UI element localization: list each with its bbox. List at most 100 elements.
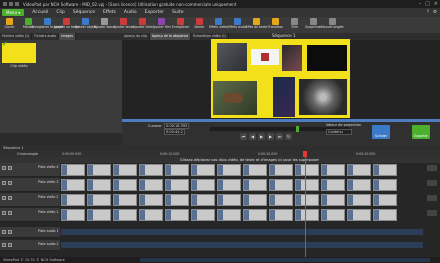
timeline-clip[interactable] xyxy=(191,209,215,221)
timeline-clip[interactable] xyxy=(373,164,397,176)
timeline-clip[interactable] xyxy=(139,164,163,176)
track-visibility-checkbox[interactable] xyxy=(2,166,6,170)
timeline-clip[interactable] xyxy=(165,164,189,176)
toolbar-button-17[interactable]: Nouvel onglet xyxy=(321,17,344,33)
go-to-end-button[interactable]: ⏭ xyxy=(276,133,283,140)
timeline-clip[interactable] xyxy=(269,164,293,176)
timeline-clip[interactable] xyxy=(113,209,137,221)
timeline-clip[interactable] xyxy=(217,194,241,206)
timeline-clip[interactable] xyxy=(243,194,267,206)
timeline-clip[interactable] xyxy=(347,209,371,221)
track-visibility-checkbox[interactable] xyxy=(2,181,6,185)
track-lock-checkbox[interactable] xyxy=(8,211,12,215)
toolbar-button-6[interactable]: Ajouter texte xyxy=(113,17,134,33)
go-to-start-button[interactable]: ⏮ xyxy=(240,133,247,140)
track-lock-checkbox[interactable] xyxy=(8,196,12,200)
main-menu-button[interactable]: Menu ▾ xyxy=(2,9,25,16)
track-options-icon[interactable] xyxy=(427,195,437,201)
loop-button[interactable]: ↻ xyxy=(285,133,292,140)
preview-canvas[interactable] xyxy=(211,39,350,118)
toolbar-button-7[interactable]: Ajouter titre xyxy=(133,17,152,33)
toolbar-button-12[interactable]: Effets audio xyxy=(228,17,247,33)
timeline-clip[interactable] xyxy=(373,179,397,191)
timeline-clip[interactable] xyxy=(87,209,111,221)
toolbar-button-3[interactable]: Ajouter un texte xyxy=(54,17,79,33)
redo-icon[interactable] xyxy=(15,2,19,6)
split-button[interactable]: Scinder xyxy=(372,125,390,139)
tab-images[interactable]: Images xyxy=(59,33,76,40)
track-options-icon[interactable] xyxy=(427,165,437,171)
timeline-clip[interactable] xyxy=(139,209,163,221)
save-icon[interactable] xyxy=(3,2,7,6)
help-icon[interactable]: ? xyxy=(427,10,429,15)
timeline-clip[interactable] xyxy=(165,194,189,206)
timeline-clip[interactable] xyxy=(61,209,85,221)
toolbar-button-0[interactable]: Ouvrir xyxy=(0,17,19,33)
timeline-clip[interactable] xyxy=(373,194,397,206)
track-visibility-checkbox[interactable] xyxy=(2,230,6,234)
timeline-clip[interactable] xyxy=(243,164,267,176)
export-button[interactable]: Exporter xyxy=(412,125,430,139)
toolbar-button-11[interactable]: Effets vidéo xyxy=(209,17,228,33)
maximize-icon[interactable]: □ xyxy=(425,1,430,7)
undo-icon[interactable] xyxy=(9,2,13,6)
projection-select[interactable]: Contenu xyxy=(326,129,352,135)
menu-item-sequence[interactable]: Séquence xyxy=(73,10,95,15)
tab-video-files[interactable]: Fichiers vidéo (1) xyxy=(0,33,33,40)
timeline-clip[interactable] xyxy=(295,209,319,221)
timeline-clip[interactable] xyxy=(321,179,345,191)
timeline-clip[interactable] xyxy=(61,179,85,191)
track-lock-checkbox[interactable] xyxy=(8,166,12,170)
timeline-clip[interactable] xyxy=(113,164,137,176)
toolbar-button-13[interactable]: Effet de texte xyxy=(246,17,267,33)
close-icon[interactable]: × xyxy=(434,1,438,7)
audio-track[interactable]: Piste audio 2 xyxy=(0,240,440,251)
timeline-clip[interactable] xyxy=(269,194,293,206)
track-lock-checkbox[interactable] xyxy=(8,230,12,234)
timeline-clip[interactable] xyxy=(295,194,319,206)
timeline-clip[interactable] xyxy=(217,179,241,191)
video-track[interactable]: Piste vidéo 4 xyxy=(0,163,440,177)
timeline-clip[interactable] xyxy=(139,194,163,206)
timeline-clip[interactable] xyxy=(373,209,397,221)
track-options-icon[interactable] xyxy=(427,180,437,186)
timeline-clip[interactable] xyxy=(61,164,85,176)
timeline-clip[interactable] xyxy=(139,179,163,191)
timeline-clip[interactable] xyxy=(191,194,215,206)
timeline-clip[interactable] xyxy=(347,164,371,176)
toolbar-button-9[interactable]: Enregistrer xyxy=(171,17,190,33)
timeline-clip[interactable] xyxy=(347,194,371,206)
timeline-clip[interactable] xyxy=(295,179,319,191)
timeline-clip[interactable] xyxy=(295,164,319,176)
timeline-clip[interactable] xyxy=(217,164,241,176)
audio-lane[interactable] xyxy=(61,242,423,248)
timeline-clip[interactable] xyxy=(321,194,345,206)
audio-lane[interactable] xyxy=(61,229,423,235)
toolbar-button-8[interactable]: Ajouter film xyxy=(152,17,171,33)
tab-sequence-1[interactable]: Séquence 1 xyxy=(3,146,24,150)
timeline-clip[interactable] xyxy=(269,209,293,221)
timeline-clip[interactable] xyxy=(217,209,241,221)
track-visibility-checkbox[interactable] xyxy=(2,211,6,215)
scrubber-handle[interactable] xyxy=(296,126,299,132)
timeline-clip[interactable] xyxy=(347,179,371,191)
video-track[interactable]: Piste vidéo 1 xyxy=(0,208,440,222)
timeline-clip[interactable] xyxy=(87,179,111,191)
track-visibility-checkbox[interactable] xyxy=(2,196,6,200)
timeline-clip[interactable] xyxy=(321,209,345,221)
tab-sequence-preview[interactable]: Aperçu de la séquence xyxy=(149,33,192,40)
settings-icon[interactable]: ⚙ xyxy=(433,10,437,15)
timeline-clip[interactable] xyxy=(243,179,267,191)
playhead-line[interactable] xyxy=(305,151,306,257)
menu-item-home[interactable]: Accueil xyxy=(32,10,48,15)
tab-audio-files[interactable]: Fichiers audio xyxy=(32,33,60,40)
toolbar-button-4[interactable]: Ajouter objets xyxy=(74,17,97,33)
timeline-clip[interactable] xyxy=(87,194,111,206)
toolbar-button-15[interactable]: Trim xyxy=(285,17,304,33)
timeline-clip[interactable] xyxy=(165,179,189,191)
toolbar-button-5[interactable]: Ajouter blanc xyxy=(94,17,115,33)
menu-item-clip[interactable]: Clip xyxy=(56,10,65,15)
video-track[interactable]: Piste vidéo 2 xyxy=(0,193,440,207)
timeline-clip[interactable] xyxy=(191,179,215,191)
menu-item-audio[interactable]: Audio xyxy=(124,10,137,15)
